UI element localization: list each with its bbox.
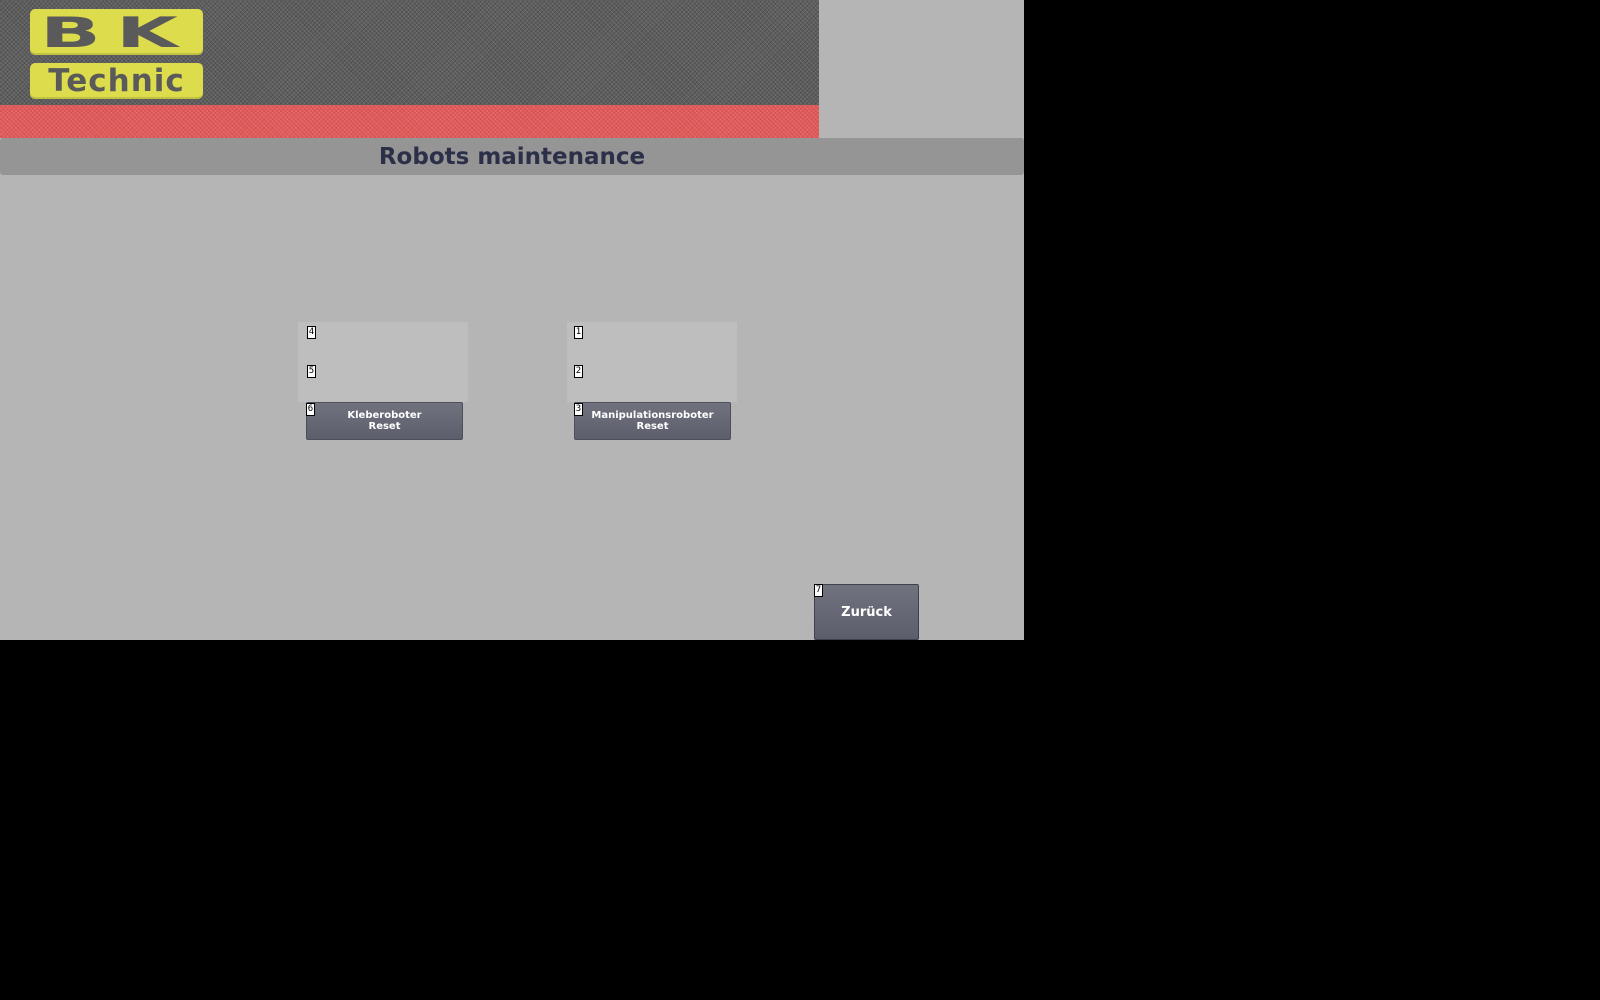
element-tag: 3 — [574, 403, 583, 416]
button-label-line1: Kleberoboter — [347, 410, 422, 421]
bk-technic-logo: BK Technic — [30, 7, 203, 99]
element-tag: 1 — [574, 326, 583, 339]
logo-technic-text: Technic — [30, 63, 203, 99]
button-label-line2: Reset — [636, 421, 669, 432]
element-tag: 2 — [574, 365, 583, 378]
element-tag: 5 — [307, 365, 316, 378]
back-button[interactable]: Zurück — [814, 584, 919, 640]
hmi-screen: BK Technic Robots maintenance 4 5 Kleber… — [0, 0, 1024, 640]
manipulation-robot-status-panel: 1 2 — [567, 322, 737, 402]
page-title: Robots maintenance — [378, 143, 646, 170]
back-button-label: Zurück — [841, 604, 892, 620]
glue-robot-status-panel: 4 5 — [298, 322, 468, 402]
button-label-line1: Manipulationsroboter — [591, 410, 714, 421]
element-tag: 6 — [306, 403, 315, 416]
element-tag: 4 — [307, 326, 316, 339]
glue-robot-reset-button[interactable]: Kleberoboter Reset — [306, 402, 463, 440]
manipulation-robot-reset-button[interactable]: Manipulationsroboter Reset — [574, 402, 731, 440]
logo-bk-text: BK — [39, 7, 194, 57]
button-label-line2: Reset — [368, 421, 401, 432]
accent-stripe — [0, 105, 819, 138]
element-tag: 7 — [814, 584, 823, 597]
title-bar: Robots maintenance — [0, 138, 1024, 175]
